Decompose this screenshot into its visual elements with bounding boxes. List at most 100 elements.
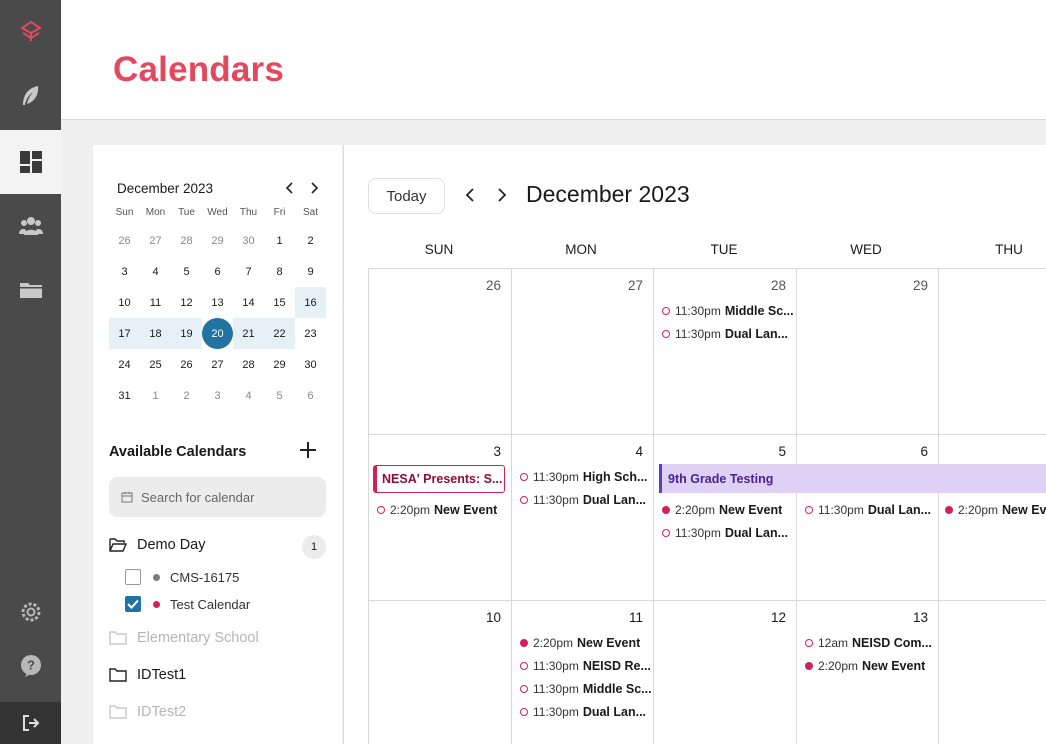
event-item[interactable]: 11:30pm Dual Lan...	[662, 327, 788, 341]
mini-day[interactable]: 26	[109, 225, 140, 256]
calendar-checkbox[interactable]	[125, 569, 141, 585]
calendar-group-idtest1[interactable]: IDTest1	[109, 667, 186, 683]
mini-day[interactable]: 1	[264, 225, 295, 256]
mini-day[interactable]: 18	[140, 318, 171, 349]
people-icon[interactable]	[0, 194, 61, 258]
mini-day[interactable]: 3	[202, 380, 233, 411]
mini-day[interactable]: 28	[171, 225, 202, 256]
mini-day[interactable]: 3	[109, 256, 140, 287]
mini-day[interactable]: 27	[140, 225, 171, 256]
mini-day[interactable]: 6	[295, 380, 326, 411]
day-cell[interactable]	[938, 268, 1046, 434]
mini-day[interactable]: 2	[171, 380, 202, 411]
mini-day[interactable]: 12	[171, 287, 202, 318]
mini-day[interactable]: 1	[140, 380, 171, 411]
event-item[interactable]: 11:30pm Middle Sc...	[520, 682, 652, 696]
mini-day[interactable]: 21	[233, 318, 264, 349]
mini-next-month-button[interactable]	[305, 179, 323, 197]
mini-day[interactable]: 17	[109, 318, 140, 349]
event-marker	[377, 506, 385, 514]
event-item[interactable]: 2:20pm New Ev	[945, 503, 1046, 517]
mini-day[interactable]: 15	[264, 287, 295, 318]
event-item[interactable]: 2:20pm New Event	[520, 636, 640, 650]
mini-day[interactable]: 11	[140, 287, 171, 318]
event-item[interactable]: 2:20pm New Event	[805, 659, 925, 673]
day-cell[interactable]: 12	[653, 600, 796, 744]
mini-day[interactable]: 19	[171, 318, 202, 349]
mini-day[interactable]: 4	[233, 380, 264, 411]
event-item[interactable]: 11:30pm Dual Lan...	[520, 493, 646, 507]
event-banner[interactable]: NESA' Presents: S...	[373, 465, 505, 493]
day-cell[interactable]: 29	[796, 268, 938, 434]
mini-day[interactable]: 4	[140, 256, 171, 287]
event-item[interactable]: 11:30pm Middle Sc...	[662, 304, 794, 318]
mini-day[interactable]: 5	[171, 256, 202, 287]
mini-day[interactable]: 10	[109, 287, 140, 318]
day-cell[interactable]: 27	[511, 268, 653, 434]
mini-day[interactable]: 16	[295, 287, 326, 318]
event-item[interactable]: 11:30pm Dual Lan...	[805, 503, 931, 517]
event-item[interactable]: 11:30pm Dual Lan...	[662, 526, 788, 540]
mini-day[interactable]: 6	[202, 256, 233, 287]
mini-day[interactable]: 8	[264, 256, 295, 287]
day-number: 27	[627, 278, 643, 293]
day-number: 10	[485, 610, 501, 625]
next-month-button[interactable]	[492, 185, 512, 205]
logout-button[interactable]	[0, 702, 61, 744]
folder-icon[interactable]	[0, 258, 61, 322]
event-item[interactable]: 12am NEISD Com...	[805, 636, 932, 650]
help-icon[interactable]: ?	[0, 634, 61, 698]
today-button[interactable]: Today	[368, 178, 445, 214]
calendar-checkbox-checked[interactable]	[125, 596, 141, 612]
event-item[interactable]: 11:30pm High Sch...	[520, 470, 647, 484]
day-cell[interactable]: 6 11:30pm Dual Lan...	[796, 434, 938, 600]
calendar-search-input[interactable]: Search for calendar	[109, 477, 326, 517]
day-cell[interactable]: 28 11:30pm Middle Sc... 11:30pm Dual Lan..…	[653, 268, 796, 434]
calendar-item-cms-16175[interactable]: CMS-16175	[125, 569, 239, 585]
mini-day[interactable]: 13	[202, 287, 233, 318]
day-cell[interactable]: 3 NESA' Presents: S... 2:20pm New Event	[368, 434, 511, 600]
mini-day[interactable]: 29	[202, 225, 233, 256]
mini-day[interactable]: 30	[233, 225, 264, 256]
event-item[interactable]: 11:30pm Dual Lan...	[520, 705, 646, 719]
prev-month-button[interactable]	[460, 185, 480, 205]
day-cell[interactable]: 13 12am NEISD Com... 2:20pm New Event	[796, 600, 938, 744]
mini-day[interactable]: 31	[109, 380, 140, 411]
mini-day[interactable]: 27	[202, 349, 233, 380]
add-calendar-button[interactable]	[299, 441, 317, 462]
mini-day[interactable]: 30	[295, 349, 326, 380]
calendar-group-demo-day[interactable]: Demo Day	[109, 537, 206, 553]
day-cell[interactable]: 10	[368, 600, 511, 744]
event-item[interactable]: 2:20pm New Event	[377, 503, 497, 517]
calendar-group-elementary-school[interactable]: Elementary School	[109, 630, 259, 646]
mini-day[interactable]: 28	[233, 349, 264, 380]
mini-day[interactable]: 24	[109, 349, 140, 380]
mini-day[interactable]: 29	[264, 349, 295, 380]
mini-day[interactable]: 22	[264, 318, 295, 349]
mini-day[interactable]: 14	[233, 287, 264, 318]
day-cell[interactable]: 2:20pm New Ev	[938, 434, 1046, 600]
mini-prev-month-button[interactable]	[281, 179, 299, 197]
event-name: New Event	[577, 636, 641, 650]
dashboard-icon[interactable]	[0, 130, 61, 194]
mini-day[interactable]: 5	[264, 380, 295, 411]
event-item[interactable]: 11:30pm NEISD Re...	[520, 659, 651, 673]
mini-day[interactable]: 2	[295, 225, 326, 256]
logo-icon[interactable]	[0, 0, 61, 64]
mini-day[interactable]: 26	[171, 349, 202, 380]
mini-day[interactable]: 23	[295, 318, 326, 349]
calendar-item-test-calendar[interactable]: Test Calendar	[125, 596, 250, 612]
event-banner-multiday[interactable]: 9th Grade Testing	[659, 464, 1046, 493]
day-cell[interactable]: 26	[368, 268, 511, 434]
mini-day[interactable]: 25	[140, 349, 171, 380]
event-item[interactable]: 2:20pm New Event	[662, 503, 782, 517]
day-cell[interactable]	[938, 600, 1046, 744]
mini-day-selected[interactable]: 20	[202, 318, 233, 349]
mini-day[interactable]: 7	[233, 256, 264, 287]
feather-icon[interactable]	[0, 64, 61, 128]
day-cell[interactable]: 11 2:20pm New Event 11:30pm NEISD Re... 11…	[511, 600, 653, 744]
day-cell[interactable]: 4 11:30pm High Sch... 11:30pm Dual Lan...	[511, 434, 653, 600]
mini-day[interactable]: 9	[295, 256, 326, 287]
calendar-group-idtest2[interactable]: IDTest2	[109, 704, 186, 720]
day-cell[interactable]: 5 2:20pm New Event 11:30pm Dual Lan...	[653, 434, 796, 600]
